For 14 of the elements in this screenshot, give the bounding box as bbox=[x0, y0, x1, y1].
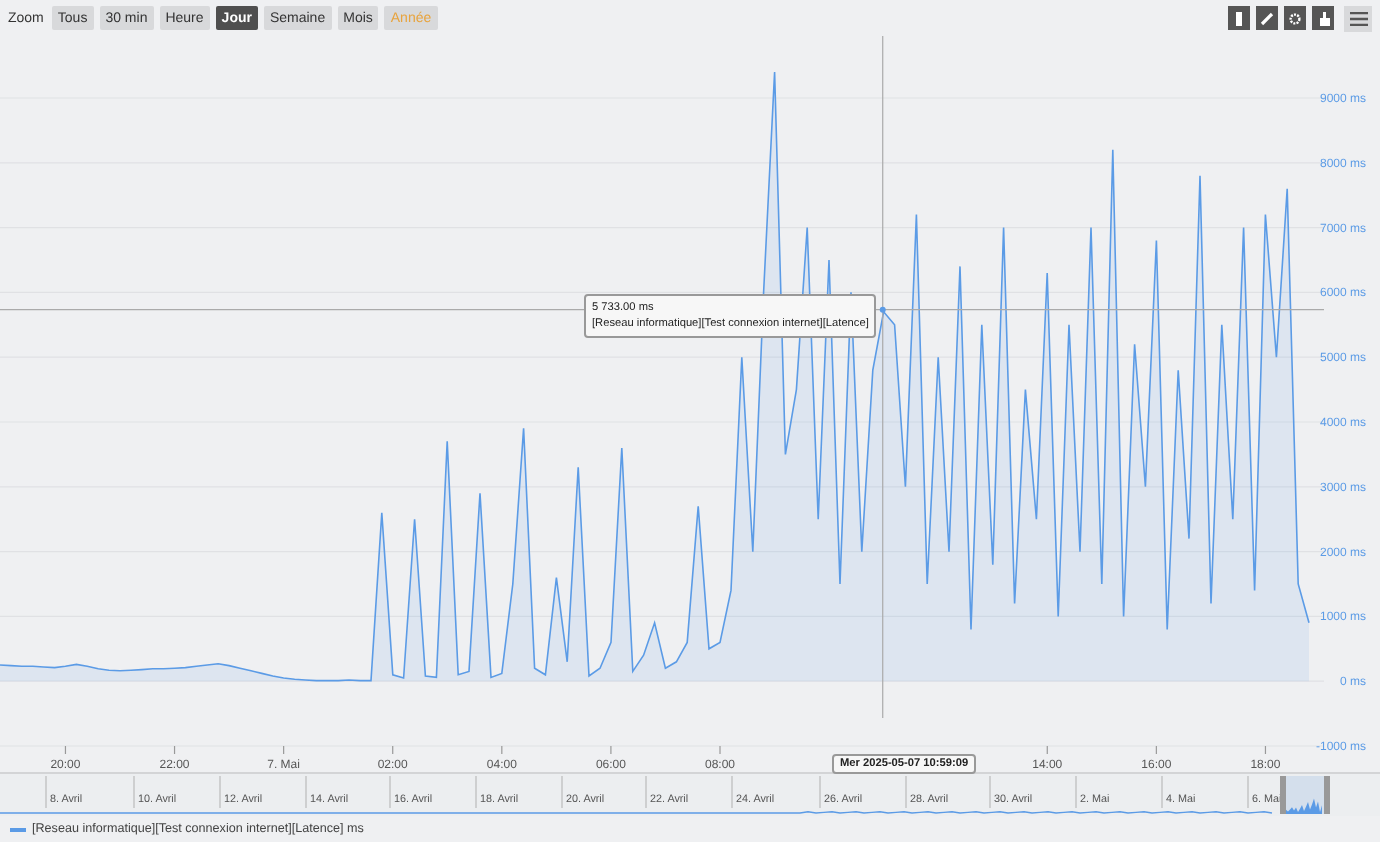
bar-icon bbox=[1236, 11, 1242, 25]
hover-point bbox=[879, 306, 886, 313]
navigator-handle[interactable] bbox=[1324, 776, 1330, 814]
navigator-selection-series bbox=[1286, 798, 1322, 814]
hand-icon bbox=[1317, 11, 1329, 25]
navigator-handle[interactable] bbox=[1280, 776, 1286, 814]
gear-icon bbox=[1288, 11, 1302, 25]
gear-tool-button[interactable] bbox=[1284, 6, 1306, 30]
menu-button[interactable] bbox=[1344, 5, 1372, 31]
menu-icon bbox=[1349, 11, 1367, 25]
hand-tool-button[interactable] bbox=[1312, 6, 1334, 30]
pencil-icon bbox=[1260, 11, 1274, 25]
pencil-tool-button[interactable] bbox=[1256, 6, 1278, 30]
bar-tool-button[interactable] bbox=[1228, 6, 1250, 30]
